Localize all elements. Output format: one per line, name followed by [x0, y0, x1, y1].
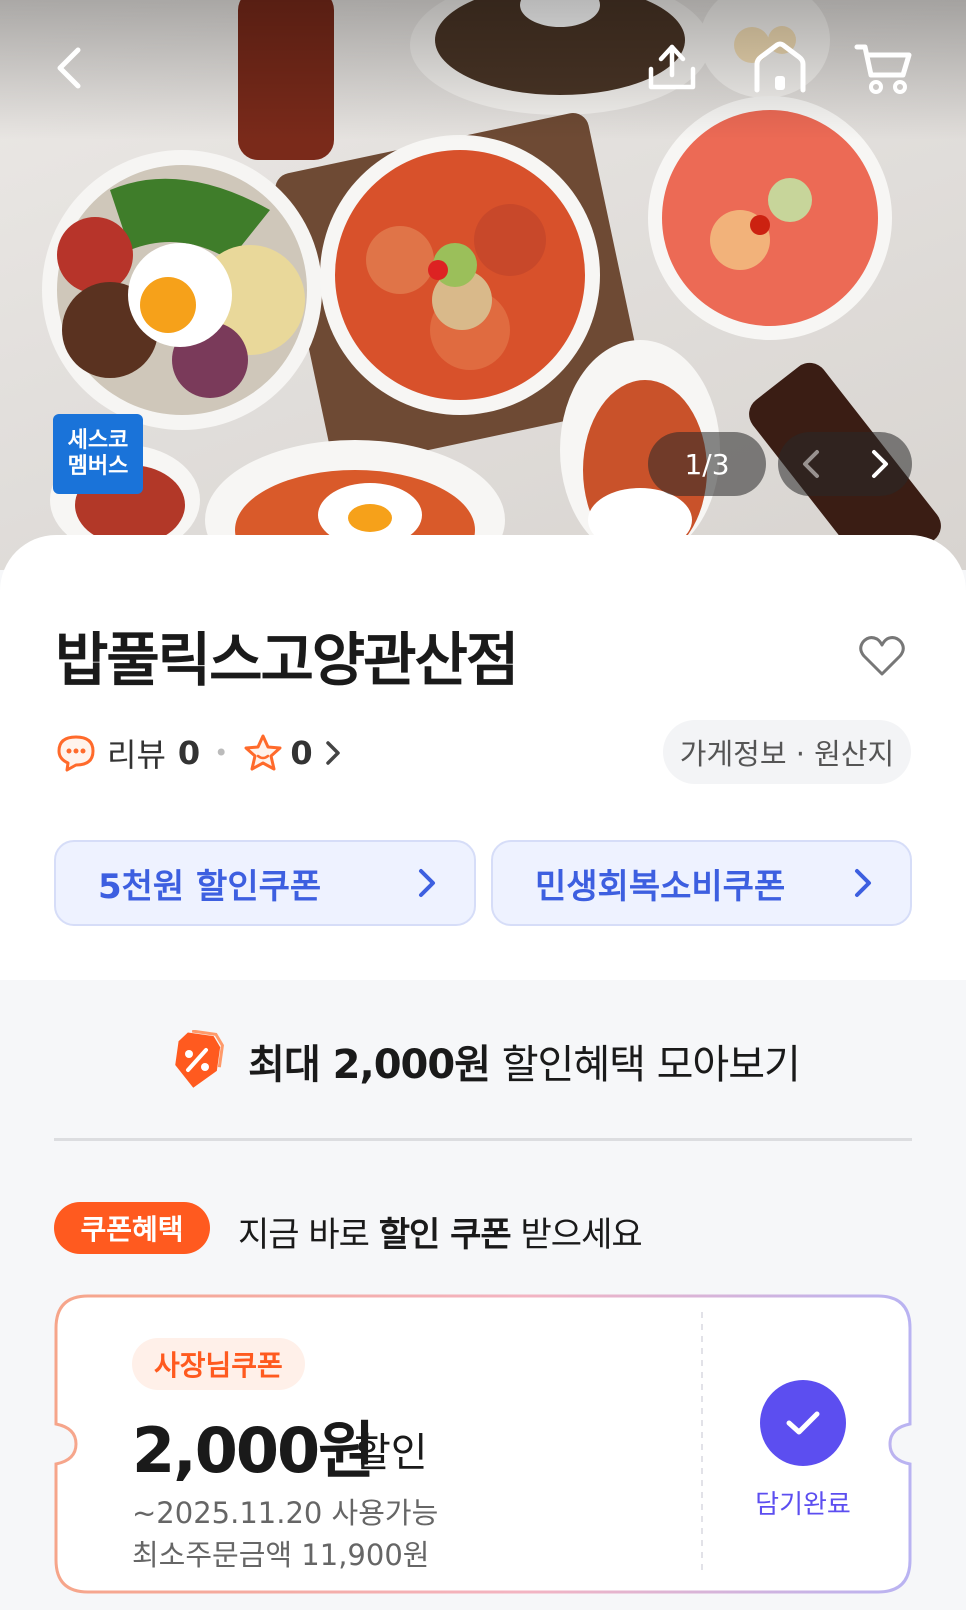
heart-icon[interactable]	[856, 630, 908, 682]
image-nav-arrows	[778, 432, 912, 496]
home-button[interactable]	[748, 36, 812, 100]
chevron-right-icon[interactable]	[864, 446, 894, 482]
discount-tag-icon	[175, 1030, 225, 1088]
cesco-members-badge: 세스코 멤버스	[53, 414, 143, 494]
check-icon	[786, 1411, 820, 1435]
chevron-left-icon[interactable]	[797, 446, 827, 482]
coupon-tagline: 지금 바로 할인 쿠폰 받으세요	[238, 1207, 643, 1256]
star-face-icon	[244, 734, 282, 771]
home-icon	[754, 41, 806, 93]
coupon-saved-button[interactable]	[760, 1380, 846, 1466]
badge-line2: 멤버스	[67, 454, 129, 479]
badge-line1: 세스코	[67, 428, 129, 453]
chevron-left-icon	[57, 47, 81, 89]
tagline-post: 받으세요	[510, 1215, 643, 1255]
tagline-bold: 할인 쿠폰	[378, 1215, 512, 1255]
coupon-benefit-tag: 쿠폰혜택	[54, 1202, 210, 1254]
share-button[interactable]	[640, 36, 704, 100]
chevron-right-icon	[325, 741, 340, 765]
tagline-pre: 지금 바로	[238, 1215, 379, 1255]
coupon-5000-label: 5천원 할인쿠폰	[98, 866, 322, 907]
chevron-right-icon	[855, 869, 871, 897]
coupon-min-order: 최소주문금액 11,900원	[132, 1538, 430, 1572]
hero-shade	[0, 0, 966, 140]
benefit-title-rest: 할인혜택 모아보기	[490, 1042, 801, 1088]
store-card: 밥풀릭스고양관산점 리뷰 0 • 0 가게정보 · 원산지 5천원 할인쿠폰 민…	[0, 535, 966, 980]
chat-bubble-icon	[57, 735, 95, 772]
benefit-title: 최대 2,000원 할인혜택 모아보기	[248, 1032, 801, 1090]
review-row[interactable]: 리뷰 0 • 0	[55, 730, 345, 776]
recovery-coupon-label: 민생회복소비쿠폰	[535, 866, 786, 907]
owner-coupon-tag: 사장님쿠폰	[132, 1338, 305, 1390]
image-page-indicator: 1/3	[648, 432, 766, 496]
benefit-header[interactable]: 최대 2,000원 할인혜택 모아보기	[0, 1030, 966, 1092]
coupon-saved-label: 담기완료	[755, 1490, 851, 1520]
review-count: 0	[177, 734, 201, 772]
section-divider	[54, 1138, 912, 1141]
cart-icon	[854, 44, 912, 94]
coupon-valid-date: ~2025.11.20 사용가능	[132, 1496, 439, 1530]
review-label: 리뷰	[107, 736, 166, 774]
coupon-amount-suffix: 할인	[354, 1430, 428, 1476]
owner-coupon-card[interactable]: 사장님쿠폰 2,000원 할인 ~2025.11.20 사용가능 최소주문금액 …	[54, 1294, 912, 1594]
store-name: 밥풀릭스고양관산점	[55, 626, 519, 694]
back-button[interactable]	[38, 36, 102, 100]
chevron-right-icon	[419, 869, 435, 897]
separator-dot: •	[214, 739, 229, 767]
cart-button[interactable]	[852, 36, 916, 100]
share-icon	[648, 44, 696, 90]
coupon-5000-button[interactable]: 5천원 할인쿠폰	[54, 840, 476, 926]
coupon-amount: 2,000원	[132, 1414, 375, 1487]
recovery-coupon-button[interactable]: 민생회복소비쿠폰	[491, 840, 912, 926]
store-info-button[interactable]: 가게정보 · 원산지	[663, 720, 911, 784]
rating-count: 0	[290, 734, 313, 772]
benefit-title-bold: 최대 2,000원	[248, 1042, 491, 1088]
